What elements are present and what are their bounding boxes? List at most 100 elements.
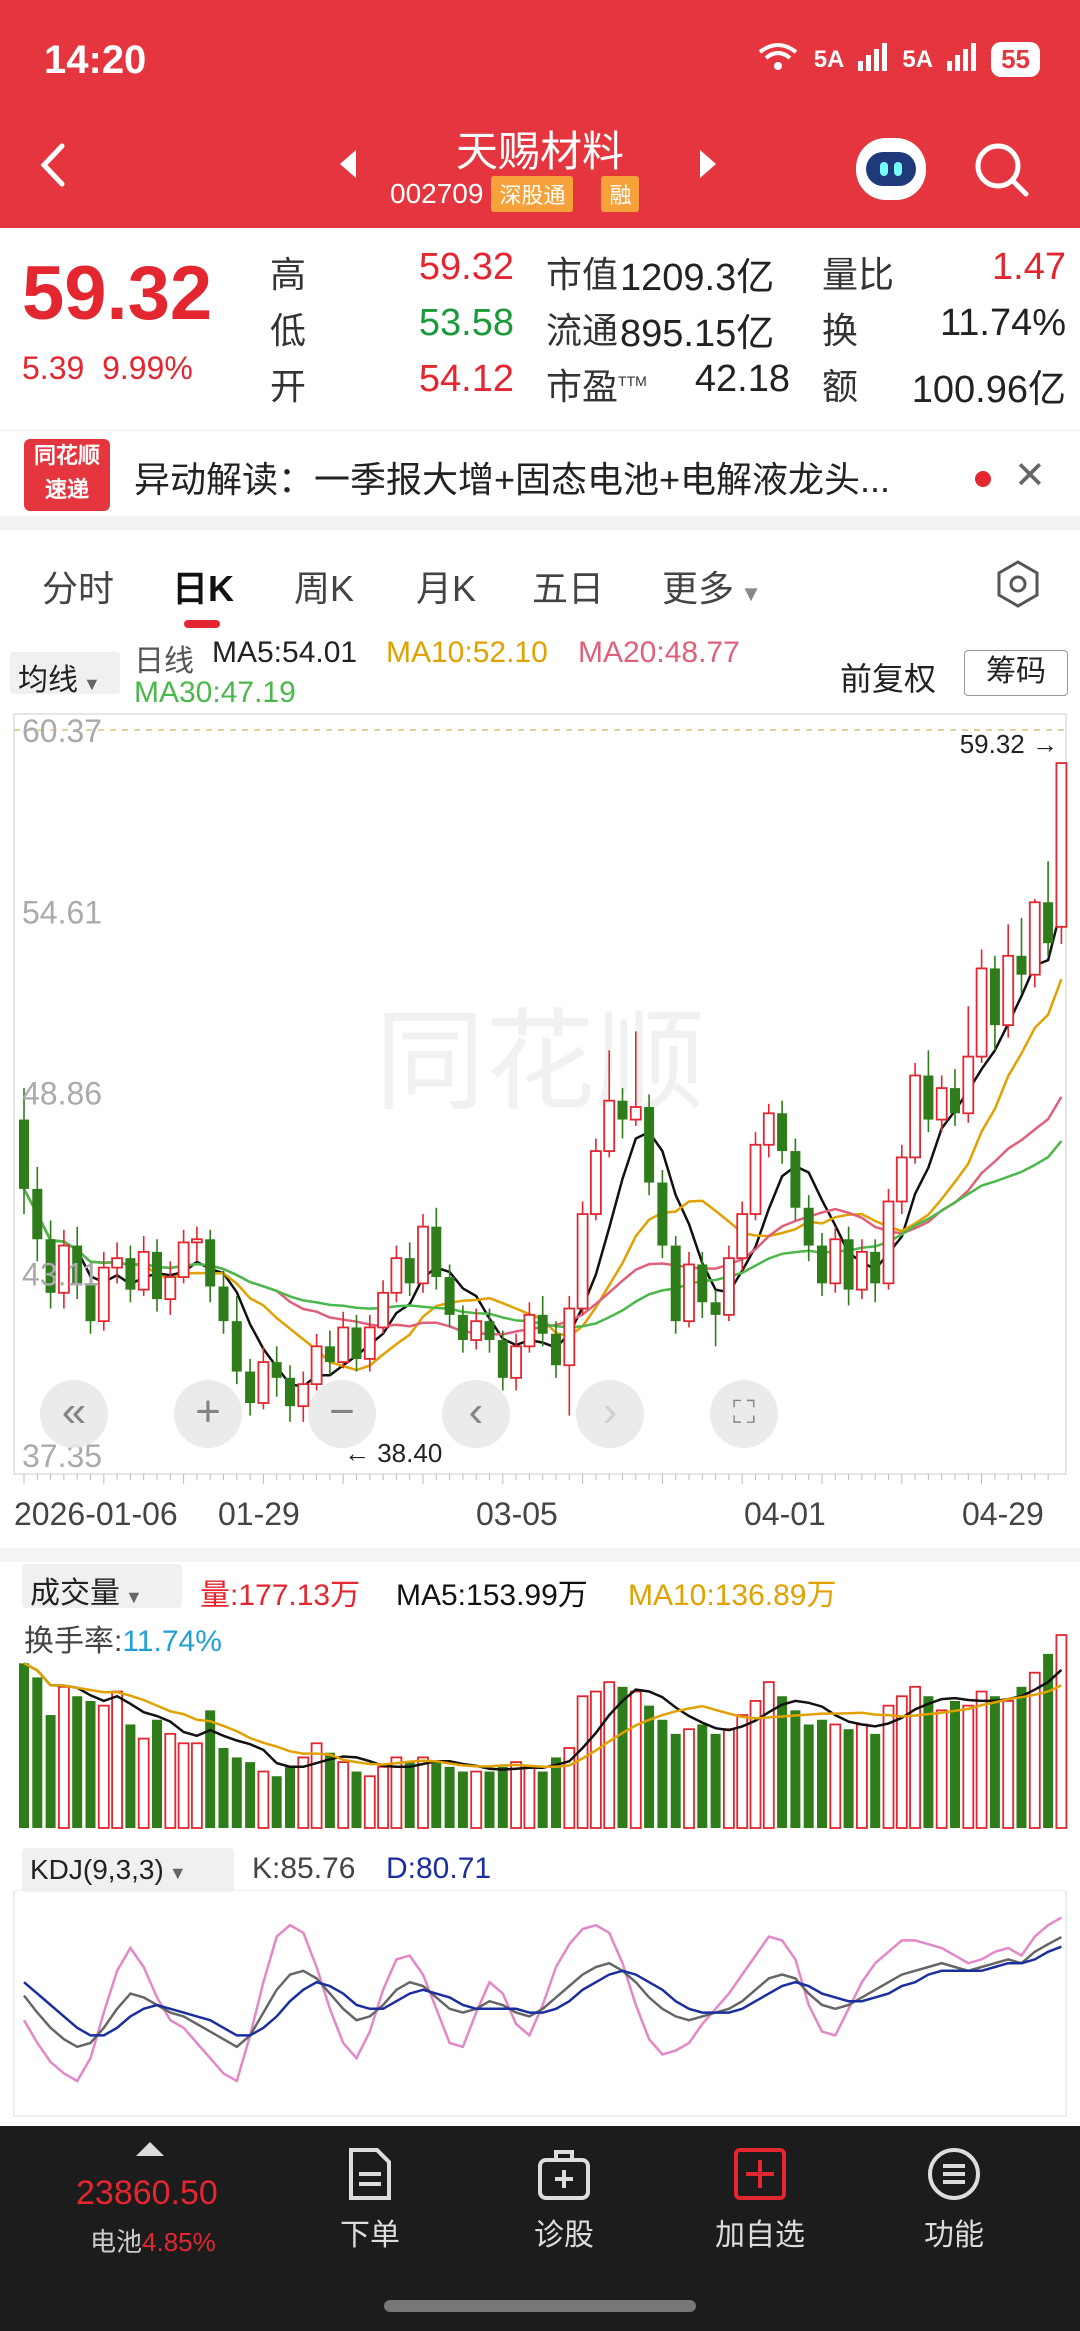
- volume-bar: [537, 1771, 548, 1828]
- max-price-label: 59.32 →: [960, 729, 1058, 759]
- volume-bar: [603, 1681, 616, 1829]
- candle-body: [762, 1112, 775, 1146]
- kdj-indicator-select[interactable]: KDJ(9,3,3) ▼: [22, 1848, 234, 1892]
- mcap-value: 1209.3亿: [620, 257, 775, 299]
- candle-body: [111, 1257, 123, 1269]
- stock-code: 002709: [390, 178, 484, 209]
- volume-bar: [97, 1704, 110, 1829]
- tab-five-day[interactable]: 五日: [532, 560, 604, 612]
- rewind-icon[interactable]: «: [40, 1380, 108, 1448]
- candle-body: [723, 1257, 735, 1316]
- volume-bar: [950, 1700, 960, 1828]
- pe-label: 市盈TTM: [546, 366, 647, 407]
- volume-bar: [337, 1761, 350, 1829]
- active-tab-indicator: [184, 620, 220, 628]
- ma10-label: MA10:52.10: [386, 636, 548, 669]
- functions-button[interactable]: 功能: [884, 2146, 1024, 2254]
- candle-body: [297, 1383, 310, 1408]
- volume-indicator-select[interactable]: 成交量 ▼: [22, 1564, 182, 1610]
- kdj-chart: [13, 1890, 1067, 2117]
- volume-bar: [803, 1724, 814, 1828]
- zoom-out-icon[interactable]: −: [308, 1380, 376, 1448]
- candle-body: [1002, 954, 1015, 1027]
- tab-monthly-k[interactable]: 月K: [416, 560, 476, 612]
- adjust-mode[interactable]: 前复权: [840, 654, 936, 700]
- candle-body: [975, 967, 988, 1058]
- volume-bar: [683, 1728, 695, 1829]
- add-watchlist-button[interactable]: 加自选: [690, 2146, 830, 2254]
- candle-body: [644, 1106, 655, 1183]
- candle-body: [870, 1251, 881, 1284]
- volume-bar: [710, 1733, 721, 1828]
- candle-body: [245, 1371, 256, 1404]
- volume-bar: [152, 1719, 162, 1828]
- volume-ma5: MA5:153.99万: [396, 1579, 588, 1612]
- candle-body: [310, 1345, 323, 1386]
- candle-body: [843, 1239, 854, 1290]
- volume-bar: [817, 1719, 827, 1828]
- expand-up-icon[interactable]: [136, 2142, 164, 2156]
- candle-body: [1055, 762, 1068, 928]
- candle-body: [510, 1345, 523, 1379]
- watermark: 同花顺: [375, 1001, 705, 1124]
- tab-intraday[interactable]: 分时: [42, 560, 114, 612]
- home-indicator[interactable]: [384, 2300, 696, 2312]
- volume-bar: [644, 1705, 655, 1828]
- next-stock-arrow[interactable]: [700, 150, 716, 178]
- volume-bar: [670, 1733, 681, 1828]
- news-banner[interactable]: 同花顺 速递 异动解读：一季报大增+固态电池+电解液龙头... ✕: [0, 430, 1080, 530]
- candle-body: [817, 1245, 827, 1284]
- diagnose-button[interactable]: 诊股: [494, 2146, 634, 2254]
- zoom-in-icon[interactable]: +: [174, 1380, 242, 1448]
- candlestick-chart[interactable]: 同花顺 60.3754.6148.8643.1137.3559.32 →← 38…: [0, 700, 1080, 1560]
- fullscreen-icon[interactable]: ⛶: [710, 1380, 778, 1448]
- date-label: 03-05: [476, 1496, 558, 1532]
- close-icon[interactable]: ✕: [1014, 453, 1046, 498]
- tab-weekly-k[interactable]: 周K: [294, 560, 354, 612]
- volume-bar: [363, 1775, 376, 1829]
- candle-body: [523, 1313, 536, 1348]
- chip-distribution-button[interactable]: 筹码: [964, 650, 1068, 696]
- open-label: 开: [270, 366, 307, 407]
- settings-hexagon-icon[interactable]: [990, 556, 1046, 612]
- volume-bar: [457, 1771, 468, 1828]
- assistant-robot-icon[interactable]: [856, 138, 926, 200]
- scroll-left-icon[interactable]: ‹: [442, 1380, 510, 1448]
- candle-body: [749, 1143, 762, 1215]
- sector-index-name: 电池4.85%: [90, 2227, 216, 2257]
- volume-bar: [45, 1715, 56, 1828]
- volume-bar: [497, 1766, 508, 1828]
- order-button[interactable]: 下单: [300, 2146, 440, 2254]
- candle-body: [152, 1251, 162, 1300]
- low-value: 53.58: [418, 302, 514, 344]
- volume-bar: [271, 1776, 282, 1828]
- search-icon[interactable]: [972, 140, 1032, 200]
- news-text[interactable]: 异动解读：一季报大增+固态电池+电解液龙头...: [134, 451, 890, 503]
- volume-bar: [177, 1742, 190, 1829]
- volume-chart: [19, 1634, 1068, 1829]
- candle-body: [1028, 901, 1041, 976]
- candle-body: [431, 1226, 442, 1278]
- volume-ratio-label: 量比: [822, 254, 895, 295]
- volume-bar: [245, 1762, 256, 1828]
- news-logo: 同花顺 速递: [24, 439, 110, 511]
- stock-code-bar: 002709 深股通 融: [390, 176, 640, 212]
- volume-bar: [762, 1681, 775, 1829]
- volume-bar: [736, 1714, 749, 1829]
- candle-body: [257, 1361, 270, 1404]
- kdj-d-line: [23, 1945, 1062, 2037]
- volume-bar: [1016, 1686, 1027, 1828]
- volume-bar: [324, 1752, 335, 1828]
- ma-type-select[interactable]: 均线 ▼: [10, 652, 120, 697]
- scroll-right-icon[interactable]: ›: [576, 1380, 644, 1448]
- candle-body: [417, 1225, 429, 1285]
- tab-more[interactable]: 更多 ▼: [662, 560, 762, 612]
- sector-index-value[interactable]: 23860.50: [76, 2174, 218, 2213]
- volume-bar: [285, 1766, 295, 1828]
- volume-bar: [870, 1733, 881, 1828]
- open-value: 54.12: [418, 358, 514, 400]
- tab-daily-k[interactable]: 日K: [172, 560, 234, 612]
- candle-body: [537, 1314, 548, 1334]
- amount-label: 额: [822, 366, 859, 407]
- turnover-value: 11.74%: [939, 302, 1066, 344]
